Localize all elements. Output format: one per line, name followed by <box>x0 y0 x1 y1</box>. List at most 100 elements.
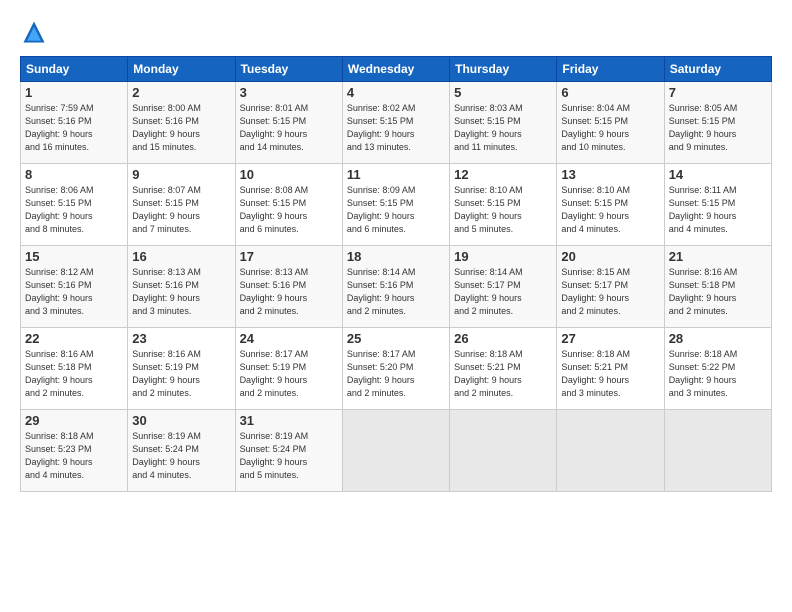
day-info: Sunrise: 8:18 AM Sunset: 5:21 PM Dayligh… <box>561 348 659 400</box>
day-number: 26 <box>454 331 552 346</box>
calendar-cell: 11 Sunrise: 8:09 AM Sunset: 5:15 PM Dayli… <box>342 164 449 246</box>
day-number: 8 <box>25 167 123 182</box>
day-info: Sunrise: 8:17 AM Sunset: 5:20 PM Dayligh… <box>347 348 445 400</box>
calendar-cell: 10 Sunrise: 8:08 AM Sunset: 5:15 PM Dayli… <box>235 164 342 246</box>
header <box>20 18 772 46</box>
day-number: 6 <box>561 85 659 100</box>
calendar-week-5: 29 Sunrise: 8:18 AM Sunset: 5:23 PM Dayli… <box>21 410 772 492</box>
calendar-cell: 30Sunrise: 8:19 AM Sunset: 5:24 PM Dayli… <box>128 410 235 492</box>
calendar-cell: 13 Sunrise: 8:10 AM Sunset: 5:15 PM Dayli… <box>557 164 664 246</box>
day-number: 21 <box>669 249 767 264</box>
day-info: Sunrise: 8:14 AM Sunset: 5:16 PM Dayligh… <box>347 266 445 318</box>
logo <box>20 18 50 46</box>
day-number: 22 <box>25 331 123 346</box>
day-info: Sunrise: 7:59 AM Sunset: 5:16 PM Dayligh… <box>25 102 123 154</box>
day-info: Sunrise: 8:07 AM Sunset: 5:15 PM Dayligh… <box>132 184 230 236</box>
day-number: 12 <box>454 167 552 182</box>
day-number: 1 <box>25 85 123 100</box>
calendar-cell: 27 Sunrise: 8:18 AM Sunset: 5:21 PM Dayli… <box>557 328 664 410</box>
day-info: Sunrise: 8:19 AM Sunset: 5:24 PM Dayligh… <box>240 430 338 482</box>
day-number: 7 <box>669 85 767 100</box>
day-number: 11 <box>347 167 445 182</box>
day-number: 31 <box>240 413 338 428</box>
day-number: 19 <box>454 249 552 264</box>
calendar-cell: 7 Sunrise: 8:05 AM Sunset: 5:15 PM Daylig… <box>664 82 771 164</box>
calendar-week-3: 15 Sunrise: 8:12 AM Sunset: 5:16 PM Dayli… <box>21 246 772 328</box>
day-info: Sunrise: 8:09 AM Sunset: 5:15 PM Dayligh… <box>347 184 445 236</box>
calendar-cell <box>664 410 771 492</box>
calendar-cell: 17 Sunrise: 8:13 AM Sunset: 5:16 PM Dayli… <box>235 246 342 328</box>
calendar-cell: 23 Sunrise: 8:16 AM Sunset: 5:19 PM Dayli… <box>128 328 235 410</box>
day-info: Sunrise: 8:01 AM Sunset: 5:15 PM Dayligh… <box>240 102 338 154</box>
day-info: Sunrise: 8:18 AM Sunset: 5:22 PM Dayligh… <box>669 348 767 400</box>
calendar-cell: 16Sunrise: 8:13 AM Sunset: 5:16 PM Dayli… <box>128 246 235 328</box>
calendar-cell: 29 Sunrise: 8:18 AM Sunset: 5:23 PM Dayli… <box>21 410 128 492</box>
day-info: Sunrise: 8:17 AM Sunset: 5:19 PM Dayligh… <box>240 348 338 400</box>
calendar-cell: 4Sunrise: 8:02 AM Sunset: 5:15 PM Daylig… <box>342 82 449 164</box>
calendar-cell: 12 Sunrise: 8:10 AM Sunset: 5:15 PM Dayli… <box>450 164 557 246</box>
day-number: 5 <box>454 85 552 100</box>
day-info: Sunrise: 8:12 AM Sunset: 5:16 PM Dayligh… <box>25 266 123 318</box>
day-info: Sunrise: 8:02 AM Sunset: 5:15 PM Dayligh… <box>347 102 445 154</box>
calendar-cell: 1 Sunrise: 7:59 AM Sunset: 5:16 PM Daylig… <box>21 82 128 164</box>
day-number: 2 <box>132 85 230 100</box>
calendar-cell: 5 Sunrise: 8:03 AM Sunset: 5:15 PM Daylig… <box>450 82 557 164</box>
calendar-cell: 8 Sunrise: 8:06 AM Sunset: 5:15 PM Daylig… <box>21 164 128 246</box>
calendar-cell <box>342 410 449 492</box>
day-number: 13 <box>561 167 659 182</box>
day-number: 18 <box>347 249 445 264</box>
day-number: 25 <box>347 331 445 346</box>
day-number: 15 <box>25 249 123 264</box>
calendar-cell: 28Sunrise: 8:18 AM Sunset: 5:22 PM Dayli… <box>664 328 771 410</box>
day-info: Sunrise: 8:16 AM Sunset: 5:18 PM Dayligh… <box>669 266 767 318</box>
calendar-header-saturday: Saturday <box>664 57 771 82</box>
day-number: 29 <box>25 413 123 428</box>
calendar-cell: 22 Sunrise: 8:16 AM Sunset: 5:18 PM Dayli… <box>21 328 128 410</box>
calendar-week-2: 8 Sunrise: 8:06 AM Sunset: 5:15 PM Daylig… <box>21 164 772 246</box>
day-info: Sunrise: 8:10 AM Sunset: 5:15 PM Dayligh… <box>561 184 659 236</box>
day-info: Sunrise: 8:06 AM Sunset: 5:15 PM Dayligh… <box>25 184 123 236</box>
calendar-header-friday: Friday <box>557 57 664 82</box>
calendar-cell: 31 Sunrise: 8:19 AM Sunset: 5:24 PM Dayli… <box>235 410 342 492</box>
day-info: Sunrise: 8:18 AM Sunset: 5:23 PM Dayligh… <box>25 430 123 482</box>
day-number: 14 <box>669 167 767 182</box>
calendar-cell: 19Sunrise: 8:14 AM Sunset: 5:17 PM Dayli… <box>450 246 557 328</box>
page: SundayMondayTuesdayWednesdayThursdayFrid… <box>0 0 792 612</box>
calendar-cell: 3 Sunrise: 8:01 AM Sunset: 5:15 PM Daylig… <box>235 82 342 164</box>
calendar-cell: 9 Sunrise: 8:07 AM Sunset: 5:15 PM Daylig… <box>128 164 235 246</box>
day-info: Sunrise: 8:03 AM Sunset: 5:15 PM Dayligh… <box>454 102 552 154</box>
day-info: Sunrise: 8:16 AM Sunset: 5:18 PM Dayligh… <box>25 348 123 400</box>
day-number: 9 <box>132 167 230 182</box>
calendar-cell: 25 Sunrise: 8:17 AM Sunset: 5:20 PM Dayli… <box>342 328 449 410</box>
day-number: 10 <box>240 167 338 182</box>
calendar-cell <box>450 410 557 492</box>
day-number: 3 <box>240 85 338 100</box>
calendar-cell: 24 Sunrise: 8:17 AM Sunset: 5:19 PM Dayli… <box>235 328 342 410</box>
calendar-cell: 15 Sunrise: 8:12 AM Sunset: 5:16 PM Dayli… <box>21 246 128 328</box>
day-info: Sunrise: 8:05 AM Sunset: 5:15 PM Dayligh… <box>669 102 767 154</box>
day-info: Sunrise: 8:16 AM Sunset: 5:19 PM Dayligh… <box>132 348 230 400</box>
calendar-cell: 21 Sunrise: 8:16 AM Sunset: 5:18 PM Dayli… <box>664 246 771 328</box>
day-number: 24 <box>240 331 338 346</box>
day-info: Sunrise: 8:13 AM Sunset: 5:16 PM Dayligh… <box>240 266 338 318</box>
day-info: Sunrise: 8:08 AM Sunset: 5:15 PM Dayligh… <box>240 184 338 236</box>
logo-icon <box>20 18 48 46</box>
day-number: 20 <box>561 249 659 264</box>
calendar-header-wednesday: Wednesday <box>342 57 449 82</box>
day-number: 16 <box>132 249 230 264</box>
day-number: 27 <box>561 331 659 346</box>
calendar-cell: 2Sunrise: 8:00 AM Sunset: 5:16 PM Daylig… <box>128 82 235 164</box>
day-info: Sunrise: 8:15 AM Sunset: 5:17 PM Dayligh… <box>561 266 659 318</box>
day-info: Sunrise: 8:10 AM Sunset: 5:15 PM Dayligh… <box>454 184 552 236</box>
day-info: Sunrise: 8:11 AM Sunset: 5:15 PM Dayligh… <box>669 184 767 236</box>
calendar-week-4: 22 Sunrise: 8:16 AM Sunset: 5:18 PM Dayli… <box>21 328 772 410</box>
calendar-header-sunday: Sunday <box>21 57 128 82</box>
day-number: 30 <box>132 413 230 428</box>
day-number: 23 <box>132 331 230 346</box>
day-info: Sunrise: 8:04 AM Sunset: 5:15 PM Dayligh… <box>561 102 659 154</box>
day-number: 17 <box>240 249 338 264</box>
calendar-cell: 20 Sunrise: 8:15 AM Sunset: 5:17 PM Dayli… <box>557 246 664 328</box>
calendar-week-1: 1 Sunrise: 7:59 AM Sunset: 5:16 PM Daylig… <box>21 82 772 164</box>
calendar-header-row: SundayMondayTuesdayWednesdayThursdayFrid… <box>21 57 772 82</box>
day-info: Sunrise: 8:18 AM Sunset: 5:21 PM Dayligh… <box>454 348 552 400</box>
